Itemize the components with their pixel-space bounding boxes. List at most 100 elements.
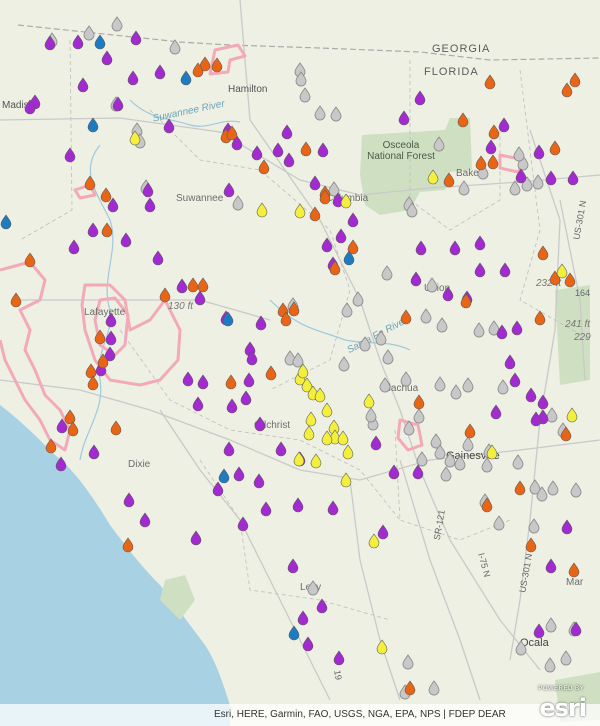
yellow-site-marker[interactable] <box>293 451 305 467</box>
purple-site-marker[interactable] <box>347 212 359 228</box>
purple-site-marker[interactable] <box>223 182 235 198</box>
purple-site-marker[interactable] <box>77 77 89 93</box>
gray-site-marker[interactable] <box>426 277 438 293</box>
gray-site-marker[interactable] <box>400 371 412 387</box>
orange-site-marker[interactable] <box>197 277 209 293</box>
gray-site-marker[interactable] <box>462 377 474 393</box>
purple-site-marker[interactable] <box>152 250 164 266</box>
gray-site-marker[interactable] <box>473 322 485 338</box>
gray-site-marker[interactable] <box>497 379 509 395</box>
purple-site-marker[interactable] <box>561 519 573 535</box>
orange-site-marker[interactable] <box>225 374 237 390</box>
purple-site-marker[interactable] <box>233 466 245 482</box>
gray-site-marker[interactable] <box>307 580 319 596</box>
orange-site-marker[interactable] <box>400 309 412 325</box>
purple-site-marker[interactable] <box>105 330 117 346</box>
orange-site-marker[interactable] <box>100 187 112 203</box>
purple-site-marker[interactable] <box>327 500 339 516</box>
map-view[interactable]: GEORGIA FLORIDA Hamilton Madison Suwanne… <box>0 0 600 726</box>
purple-site-marker[interactable] <box>197 374 209 390</box>
purple-site-marker[interactable] <box>123 492 135 508</box>
orange-site-marker[interactable] <box>211 57 223 73</box>
orange-site-marker[interactable] <box>561 82 573 98</box>
purple-site-marker[interactable] <box>251 145 263 161</box>
orange-site-marker[interactable] <box>187 277 199 293</box>
gray-site-marker[interactable] <box>560 650 572 666</box>
gray-site-marker[interactable] <box>512 454 524 470</box>
orange-site-marker[interactable] <box>487 154 499 170</box>
gray-site-marker[interactable] <box>381 265 393 281</box>
blue-site-marker[interactable] <box>288 625 300 641</box>
purple-site-marker[interactable] <box>194 290 206 306</box>
orange-site-marker[interactable] <box>300 141 312 157</box>
orange-site-marker[interactable] <box>549 140 561 156</box>
gray-site-marker[interactable] <box>433 136 445 152</box>
purple-site-marker[interactable] <box>499 262 511 278</box>
purple-site-marker[interactable] <box>260 501 272 517</box>
purple-site-marker[interactable] <box>240 390 252 406</box>
purple-site-marker[interactable] <box>525 387 537 403</box>
purple-site-marker[interactable] <box>474 235 486 251</box>
orange-site-marker[interactable] <box>258 159 270 175</box>
orange-site-marker[interactable] <box>85 363 97 379</box>
orange-site-marker[interactable] <box>413 394 425 410</box>
yellow-site-marker[interactable] <box>321 402 333 418</box>
orange-site-marker[interactable] <box>525 537 537 553</box>
purple-site-marker[interactable] <box>498 117 510 133</box>
gray-site-marker[interactable] <box>338 356 350 372</box>
orange-site-marker[interactable] <box>101 222 113 238</box>
esri-logo[interactable]: POWERED BY esri <box>526 686 587 722</box>
orange-site-marker[interactable] <box>24 252 36 268</box>
purple-site-marker[interactable] <box>275 441 287 457</box>
gray-site-marker[interactable] <box>545 617 557 633</box>
orange-site-marker[interactable] <box>568 562 580 578</box>
purple-site-marker[interactable] <box>68 239 80 255</box>
yellow-site-marker[interactable] <box>321 430 333 446</box>
gray-site-marker[interactable] <box>493 515 505 531</box>
purple-site-marker[interactable] <box>272 142 284 158</box>
gray-site-marker[interactable] <box>111 16 123 32</box>
gray-site-marker[interactable] <box>416 451 428 467</box>
blue-site-marker[interactable] <box>0 214 12 230</box>
purple-site-marker[interactable] <box>243 372 255 388</box>
purple-site-marker[interactable] <box>515 168 527 184</box>
purple-site-marker[interactable] <box>302 636 314 652</box>
yellow-site-marker[interactable] <box>337 430 349 446</box>
orange-site-marker[interactable] <box>309 206 321 222</box>
orange-site-marker[interactable] <box>443 172 455 188</box>
orange-site-marker[interactable] <box>110 420 122 436</box>
purple-site-marker[interactable] <box>88 444 100 460</box>
purple-site-marker[interactable] <box>64 147 76 163</box>
yellow-site-marker[interactable] <box>342 444 354 460</box>
gray-site-marker[interactable] <box>299 87 311 103</box>
orange-site-marker[interactable] <box>488 124 500 140</box>
yellow-site-marker[interactable] <box>340 193 352 209</box>
orange-site-marker[interactable] <box>10 292 22 308</box>
purple-site-marker[interactable] <box>388 464 400 480</box>
purple-site-marker[interactable] <box>442 286 454 302</box>
purple-site-marker[interactable] <box>412 464 424 480</box>
gray-site-marker[interactable] <box>428 680 440 696</box>
purple-site-marker[interactable] <box>105 312 117 328</box>
orange-site-marker[interactable] <box>45 438 57 454</box>
orange-site-marker[interactable] <box>475 155 487 171</box>
gray-site-marker[interactable] <box>413 408 425 424</box>
purple-site-marker[interactable] <box>154 64 166 80</box>
gray-site-marker[interactable] <box>292 352 304 368</box>
yellow-site-marker[interactable] <box>340 472 352 488</box>
gray-site-marker[interactable] <box>513 146 525 162</box>
gray-site-marker[interactable] <box>547 480 559 496</box>
yellow-site-marker[interactable] <box>376 639 388 655</box>
orange-site-marker[interactable] <box>569 72 581 88</box>
blue-site-marker[interactable] <box>87 117 99 133</box>
purple-site-marker[interactable] <box>254 416 266 432</box>
orange-site-marker[interactable] <box>514 480 526 496</box>
purple-site-marker[interactable] <box>237 516 249 532</box>
gray-site-marker[interactable] <box>169 39 181 55</box>
purple-site-marker[interactable] <box>545 558 557 574</box>
purple-site-marker[interactable] <box>292 497 304 513</box>
gray-site-marker[interactable] <box>403 420 415 436</box>
purple-site-marker[interactable] <box>567 170 579 186</box>
yellow-site-marker[interactable] <box>566 407 578 423</box>
yellow-site-marker[interactable] <box>368 533 380 549</box>
